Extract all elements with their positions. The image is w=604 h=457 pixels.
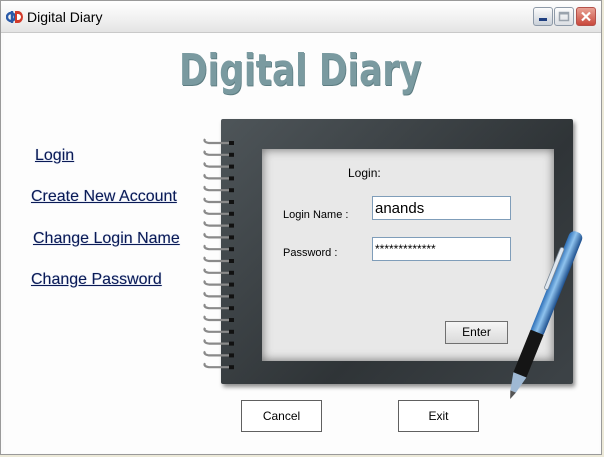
spiral-ring xyxy=(203,220,231,227)
change-password-link[interactable]: Change Password xyxy=(31,271,162,289)
spiral-ring xyxy=(203,256,231,263)
spiral-ring xyxy=(203,173,231,180)
maximize-button[interactable] xyxy=(554,7,574,26)
spiral-hole xyxy=(229,353,234,358)
enter-button[interactable]: Enter xyxy=(445,321,508,344)
password-label: Password : xyxy=(283,247,338,259)
title-bar[interactable]: Digital Diary xyxy=(1,1,601,33)
spiral-hole xyxy=(229,235,234,240)
spiral-ring xyxy=(203,350,231,357)
spiral-ring xyxy=(203,338,231,345)
minimize-button[interactable] xyxy=(533,7,553,26)
spiral-hole xyxy=(229,211,234,216)
exit-button[interactable]: Exit xyxy=(398,400,479,432)
spiral-ring xyxy=(203,232,231,239)
cancel-button[interactable]: Cancel xyxy=(241,400,322,432)
spiral-ring xyxy=(203,161,231,168)
maximize-icon xyxy=(558,11,570,22)
spiral-hole xyxy=(229,141,234,145)
change-login-name-link[interactable]: Change Login Name xyxy=(33,230,180,248)
window-title: Digital Diary xyxy=(27,9,103,25)
spiral-hole xyxy=(229,329,234,334)
spiral-hole xyxy=(229,200,234,204)
spiral-binding xyxy=(203,138,234,370)
spiral-ring xyxy=(203,138,231,145)
spiral-hole xyxy=(229,223,234,228)
spiral-ring xyxy=(203,185,231,192)
login-link[interactable]: Login xyxy=(35,147,74,165)
spiral-hole xyxy=(229,341,234,346)
spiral-hole xyxy=(229,306,234,311)
pen-graphic xyxy=(510,231,583,399)
spiral-hole xyxy=(229,176,234,181)
close-icon xyxy=(581,11,591,22)
spiral-hole xyxy=(229,164,234,169)
spiral-hole xyxy=(229,294,234,299)
spiral-hole xyxy=(229,318,234,322)
spiral-ring xyxy=(203,362,231,369)
login-name-input[interactable] xyxy=(372,196,511,220)
login-name-label: Login Name : xyxy=(283,209,349,221)
spiral-ring xyxy=(203,209,231,215)
digital-diary-app-icon xyxy=(6,11,23,23)
spiral-hole xyxy=(229,282,234,287)
minimize-icon xyxy=(539,18,547,21)
spiral-ring xyxy=(203,291,231,298)
password-input[interactable] xyxy=(372,237,511,261)
login-heading: Login: xyxy=(348,166,381,180)
spiral-ring xyxy=(203,268,231,274)
spiral-ring xyxy=(203,327,231,333)
spiral-ring xyxy=(203,315,231,322)
close-button[interactable] xyxy=(576,7,596,26)
spiral-hole xyxy=(229,152,234,157)
spiral-ring xyxy=(203,279,231,286)
spiral-hole xyxy=(229,259,234,263)
spiral-ring xyxy=(203,303,231,310)
app-title: Digital Diary xyxy=(179,45,422,96)
app-window: Digital Diary Digital Diary Login Create… xyxy=(0,0,602,455)
spiral-hole xyxy=(229,270,234,275)
spiral-ring xyxy=(203,150,231,156)
spiral-ring xyxy=(203,197,231,204)
spiral-hole xyxy=(229,188,234,193)
create-new-account-link[interactable]: Create New Account xyxy=(31,188,177,206)
spiral-hole xyxy=(229,247,234,252)
spiral-hole xyxy=(229,365,234,370)
spiral-ring xyxy=(203,244,231,251)
